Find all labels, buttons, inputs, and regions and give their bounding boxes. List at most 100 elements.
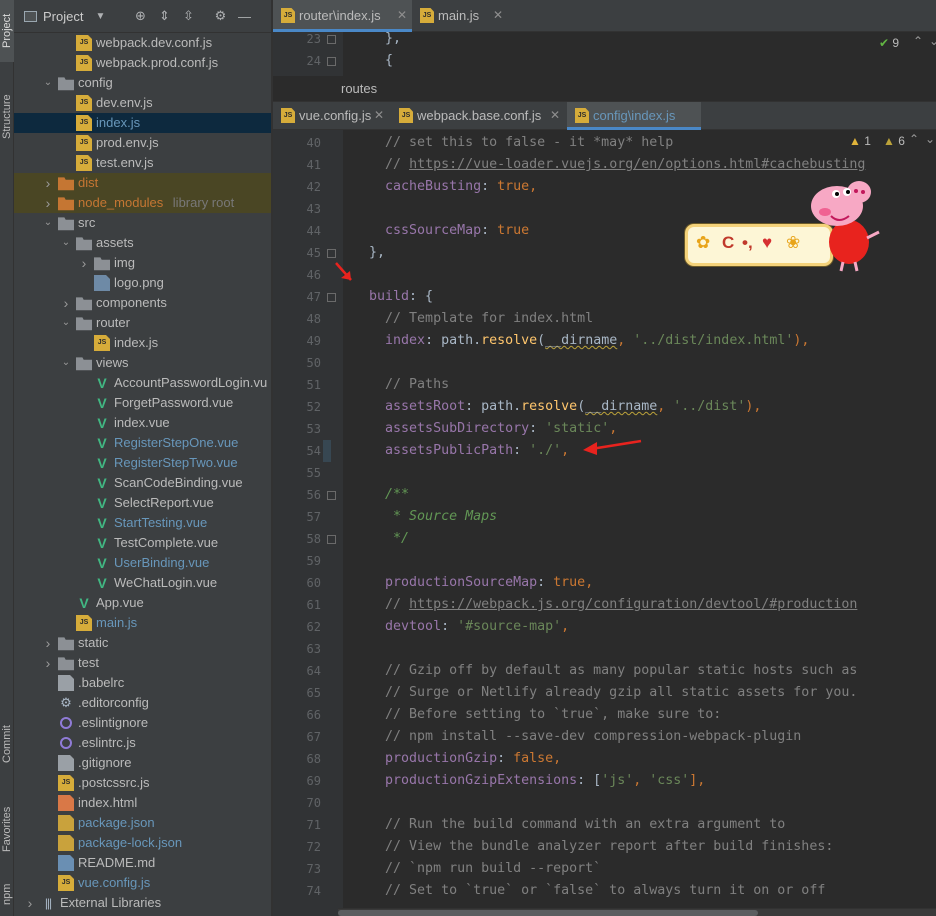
weak-warnings-widget[interactable]: ▲ 6 — [883, 134, 905, 148]
tree-item[interactable]: ⌄ router — [14, 313, 272, 333]
close-icon[interactable]: ✕ — [493, 0, 503, 31]
tab-vue-config-js[interactable]: JS vue.config.js ✕ — [273, 102, 389, 129]
tree-item-label: .postcssrc.js — [78, 775, 150, 790]
tree-item[interactable]: › ||| External Libraries — [14, 893, 272, 913]
tree-item[interactable]: JS index.js — [14, 113, 272, 133]
folder-icon — [58, 197, 74, 211]
chevron-down-icon[interactable]: ▼ — [93, 11, 107, 22]
tree-item[interactable]: ⌄ src — [14, 213, 272, 233]
tree-item[interactable]: › test — [14, 653, 272, 673]
tree-item[interactable]: JS dev.env.js — [14, 93, 272, 113]
fold-marker[interactable] — [327, 535, 336, 544]
tree-item[interactable]: logo.png — [14, 273, 272, 293]
fold-marker[interactable] — [327, 57, 336, 66]
tree-item[interactable]: .gitignore — [14, 753, 272, 773]
tab-config-index-js[interactable]: JS config\index.js — [567, 102, 701, 130]
breadcrumb-item[interactable]: routes — [341, 81, 377, 96]
chevron-down-icon[interactable]: ⌄ — [929, 34, 936, 48]
warnings-widget[interactable]: ▲ 1 — [849, 134, 871, 148]
tool-tab-favorites[interactable]: Favorites — [0, 794, 14, 864]
tree-item[interactable]: V WeChatLogin.vue — [14, 573, 272, 593]
close-icon[interactable]: ✕ — [550, 102, 560, 129]
fold-marker[interactable] — [327, 249, 336, 258]
tab-router-index-js[interactable]: JS router\index.js ✕ — [273, 0, 412, 32]
chevron-down-icon[interactable]: ⌄ — [925, 132, 935, 146]
chevron-down-icon[interactable]: ⌄ — [60, 313, 72, 333]
fold-marker[interactable] — [327, 491, 336, 500]
tree-item[interactable]: .babelrc — [14, 673, 272, 693]
tree-item[interactable]: V RegisterStepTwo.vue — [14, 453, 272, 473]
tree-item[interactable]: ⚙ .editorconfig — [14, 693, 272, 713]
tree-item[interactable]: ⌄ assets — [14, 233, 272, 253]
tree-item[interactable]: JS webpack.dev.conf.js — [14, 33, 272, 53]
gear-file-icon: ⚙ — [60, 695, 72, 710]
tool-tab-project[interactable]: Project — [0, 0, 14, 62]
horizontal-scrollbar[interactable] — [338, 908, 936, 916]
tree-item[interactable]: JS main.js — [14, 613, 272, 633]
fold-marker[interactable] — [327, 293, 336, 302]
chevron-right-icon[interactable]: › — [42, 633, 54, 653]
hide-icon[interactable]: — — [237, 9, 251, 24]
fold-marker[interactable] — [327, 35, 336, 44]
chevron-right-icon[interactable]: › — [42, 653, 54, 673]
scrollbar-thumb[interactable] — [338, 910, 758, 916]
project-panel-header: Project ▼ ⊕ ⇕ ⇳ ⚙ — — [14, 0, 272, 33]
chevron-right-icon[interactable]: › — [42, 193, 54, 213]
chevron-down-icon[interactable]: ⌄ — [42, 213, 54, 233]
tree-item-label: test.env.js — [96, 155, 154, 170]
tree-item[interactable]: V ScanCodeBinding.vue — [14, 473, 272, 493]
tool-tab-structure[interactable]: Structure — [0, 80, 14, 154]
tree-item[interactable]: › static — [14, 633, 272, 653]
project-panel-title[interactable]: Project — [43, 9, 83, 24]
tree-item[interactable]: .eslintignore — [14, 713, 272, 733]
locate-icon[interactable]: ⊕ — [133, 8, 147, 24]
tool-tab-commit[interactable]: Commit — [0, 712, 14, 776]
tree-item[interactable]: ⌄ config — [14, 73, 272, 93]
tree-item[interactable]: › components — [14, 293, 272, 313]
tree-item-label: index.html — [78, 795, 138, 810]
tree-item[interactable]: V SelectReport.vue — [14, 493, 272, 513]
chevron-down-icon[interactable]: ⌄ — [42, 73, 54, 93]
tree-item[interactable]: Vindex.vue — [14, 413, 272, 433]
tree-item[interactable]: V App.vue — [14, 593, 272, 613]
chevron-up-icon[interactable]: ⌃ — [913, 34, 923, 48]
tree-item[interactable]: JS index.js — [14, 333, 272, 353]
tree-item[interactable]: .eslintrc.js — [14, 733, 272, 753]
tree-item[interactable]: JS prod.env.js — [14, 133, 272, 153]
chevron-right-icon[interactable]: › — [42, 173, 54, 193]
chevron-down-icon[interactable]: ⌄ — [60, 353, 72, 373]
tree-item[interactable]: JS test.env.js — [14, 153, 272, 173]
tab-main-js[interactable]: JS main.js ✕ — [412, 0, 508, 31]
chevron-up-icon[interactable]: ⌃ — [909, 132, 919, 146]
tree-item[interactable]: JS vue.config.js — [14, 873, 272, 893]
gear-icon[interactable]: ⚙ — [213, 8, 227, 24]
tree-item[interactable]: V StartTesting.vue — [14, 513, 272, 533]
tree-item[interactable]: JS .postcssrc.js — [14, 773, 272, 793]
chevron-down-icon[interactable]: ⌄ — [60, 233, 72, 253]
tree-item[interactable]: V RegisterStepOne.vue — [14, 433, 272, 453]
tree-item[interactable]: ⌄ views — [14, 353, 272, 373]
tree-item[interactable]: V UserBinding.vue — [14, 553, 272, 573]
tree-item[interactable]: package-lock.json — [14, 833, 272, 853]
inspection-ok-widget[interactable]: ✔ 9 — [879, 36, 899, 50]
tree-item[interactable]: README.md — [14, 853, 272, 873]
expand-all-icon[interactable]: ⇕ — [157, 8, 171, 24]
tree-item[interactable]: V AccountPasswordLogin.vu — [14, 373, 272, 393]
collapse-all-icon[interactable]: ⇳ — [181, 8, 195, 24]
tree-item[interactable]: V ForgetPassword.vue — [14, 393, 272, 413]
tree-item[interactable]: V TestComplete.vue — [14, 533, 272, 553]
chevron-right-icon[interactable]: › — [78, 253, 90, 273]
tree-item[interactable]: package.json — [14, 813, 272, 833]
tree-item[interactable]: › node_modules library root — [14, 193, 272, 213]
tree-item[interactable]: JS webpack.prod.conf.js — [14, 53, 272, 73]
tab-webpack-base-conf-js[interactable]: JS webpack.base.conf.js ✕ — [391, 102, 565, 129]
tool-tab-npm[interactable]: npm — [0, 874, 14, 914]
close-icon[interactable]: ✕ — [374, 102, 384, 129]
chevron-right-icon[interactable]: › — [24, 893, 36, 913]
chevron-right-icon[interactable]: › — [60, 293, 72, 313]
close-icon[interactable]: ✕ — [397, 0, 407, 31]
tree-item[interactable]: index.html — [14, 793, 272, 813]
tree-item[interactable]: › img — [14, 253, 272, 273]
tree-item[interactable]: › dist — [14, 173, 272, 193]
top-editor[interactable]: 23 24 }, { ✔ 9 ⌃ ⌄ — [273, 32, 936, 76]
